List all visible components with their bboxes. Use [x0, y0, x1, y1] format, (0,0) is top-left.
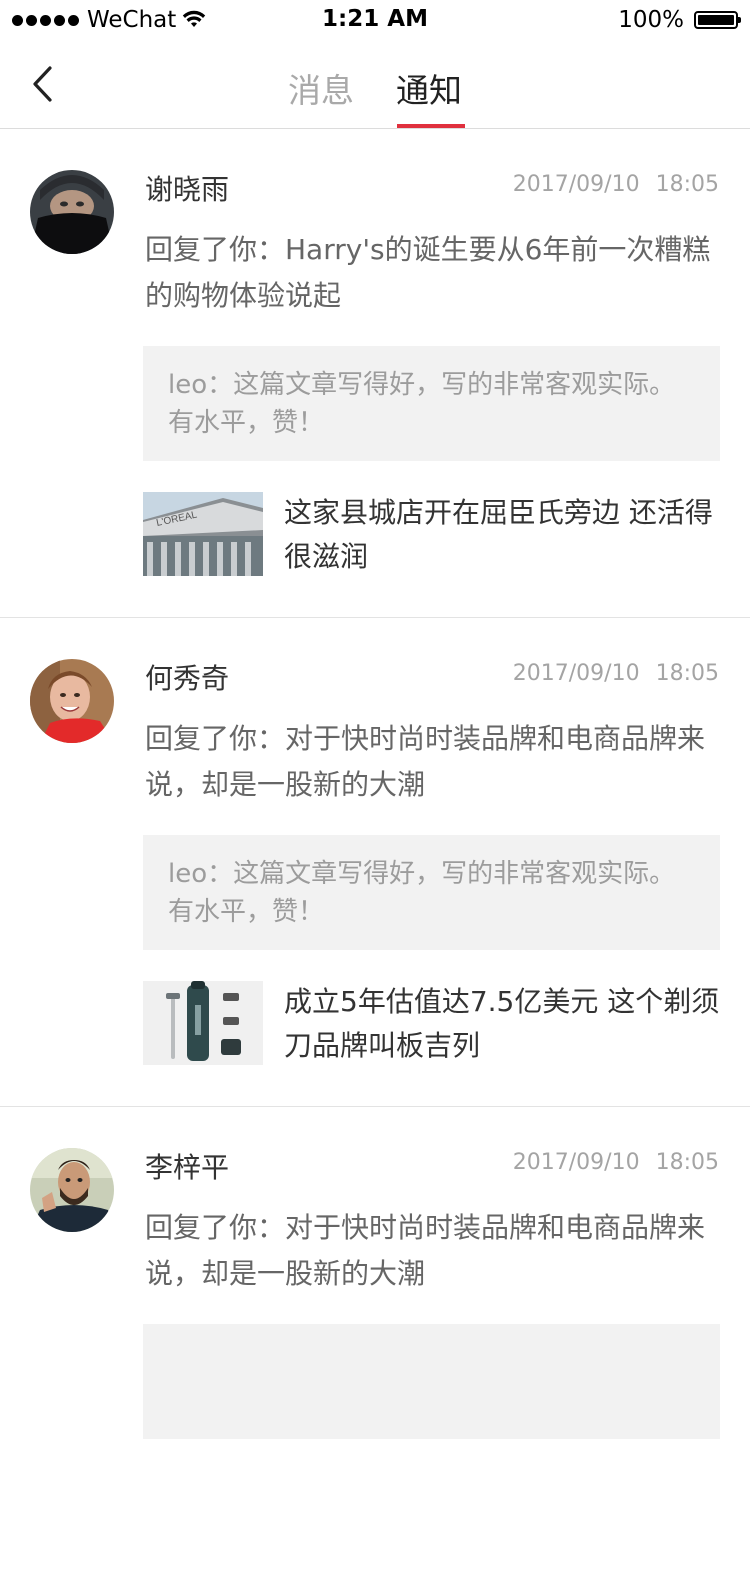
avatar-photo-icon	[30, 170, 114, 254]
article-thumbnail[interactable]: L'OREAL	[143, 492, 263, 576]
timestamp: 2017/09/10 18:05	[512, 172, 719, 197]
article-title[interactable]: 这家县城店开在屈臣氏旁边 还活得很滋润	[284, 491, 724, 579]
timestamp: 2017/09/10 18:05	[512, 661, 719, 686]
quoted-comment[interactable]	[143, 1324, 720, 1439]
quoted-comment[interactable]: leo：这篇文章写得好，写的非常客观实际。有水平，赞！	[143, 346, 720, 461]
timestamp: 2017/09/10 18:05	[512, 1150, 719, 1175]
sender-name: 何秀奇	[145, 662, 230, 695]
sender-name: 李梓平	[145, 1151, 230, 1184]
status-bar: WeChat 1:21 AM 100%	[0, 0, 750, 40]
nav-bar: 消息 通知	[0, 40, 750, 129]
back-button[interactable]	[22, 62, 62, 106]
avatar[interactable]	[30, 1148, 114, 1232]
active-tab-indicator	[397, 124, 465, 128]
battery-percent: 100%	[618, 7, 684, 33]
reply-text: 回复了你：对于快时尚时装品牌和电商品牌来说，却是一股新的大潮	[145, 1211, 706, 1290]
tab-notifications[interactable]: 通知	[396, 64, 462, 112]
avatar[interactable]	[30, 170, 114, 254]
notification-item[interactable]: 李梓平 2017/09/10 18:05 回复了你：对于快时尚时装品牌和电商品牌来…	[0, 1107, 750, 1596]
chevron-left-icon	[33, 66, 52, 102]
tab-messages[interactable]: 消息	[288, 64, 354, 112]
article-thumbnail[interactable]	[143, 981, 263, 1065]
notification-list: 谢晓雨 2017/09/10 18:05 回复了你：Harry's的诞生要从6年前…	[0, 129, 750, 1596]
avatar-photo-icon	[30, 659, 114, 743]
notification-item[interactable]: 谢晓雨 2017/09/10 18:05 回复了你：Harry's的诞生要从6年前…	[0, 129, 750, 618]
notification-item[interactable]: 何秀奇 2017/09/10 18:05 回复了你：对于快时尚时装品牌和电商品牌来…	[0, 618, 750, 1107]
avatar-photo-icon	[30, 1148, 114, 1232]
reply-text: 回复了你：对于快时尚时装品牌和电商品牌来说，却是一股新的大潮	[145, 722, 706, 801]
battery-icon	[694, 11, 741, 29]
quoted-comment[interactable]: leo：这篇文章写得好，写的非常客观实际。有水平，赞！	[143, 835, 720, 950]
sender-name: 谢晓雨	[145, 173, 230, 206]
razor-product-icon	[143, 981, 263, 1065]
avatar[interactable]	[30, 659, 114, 743]
reply-text: 回复了你：Harry's的诞生要从6年前一次糟糕的购物体验说起	[145, 233, 711, 312]
building-photo-icon: L'OREAL	[143, 492, 263, 576]
article-title[interactable]: 成立5年估值达7.5亿美元 这个剃须刀品牌叫板吉列	[284, 980, 724, 1068]
